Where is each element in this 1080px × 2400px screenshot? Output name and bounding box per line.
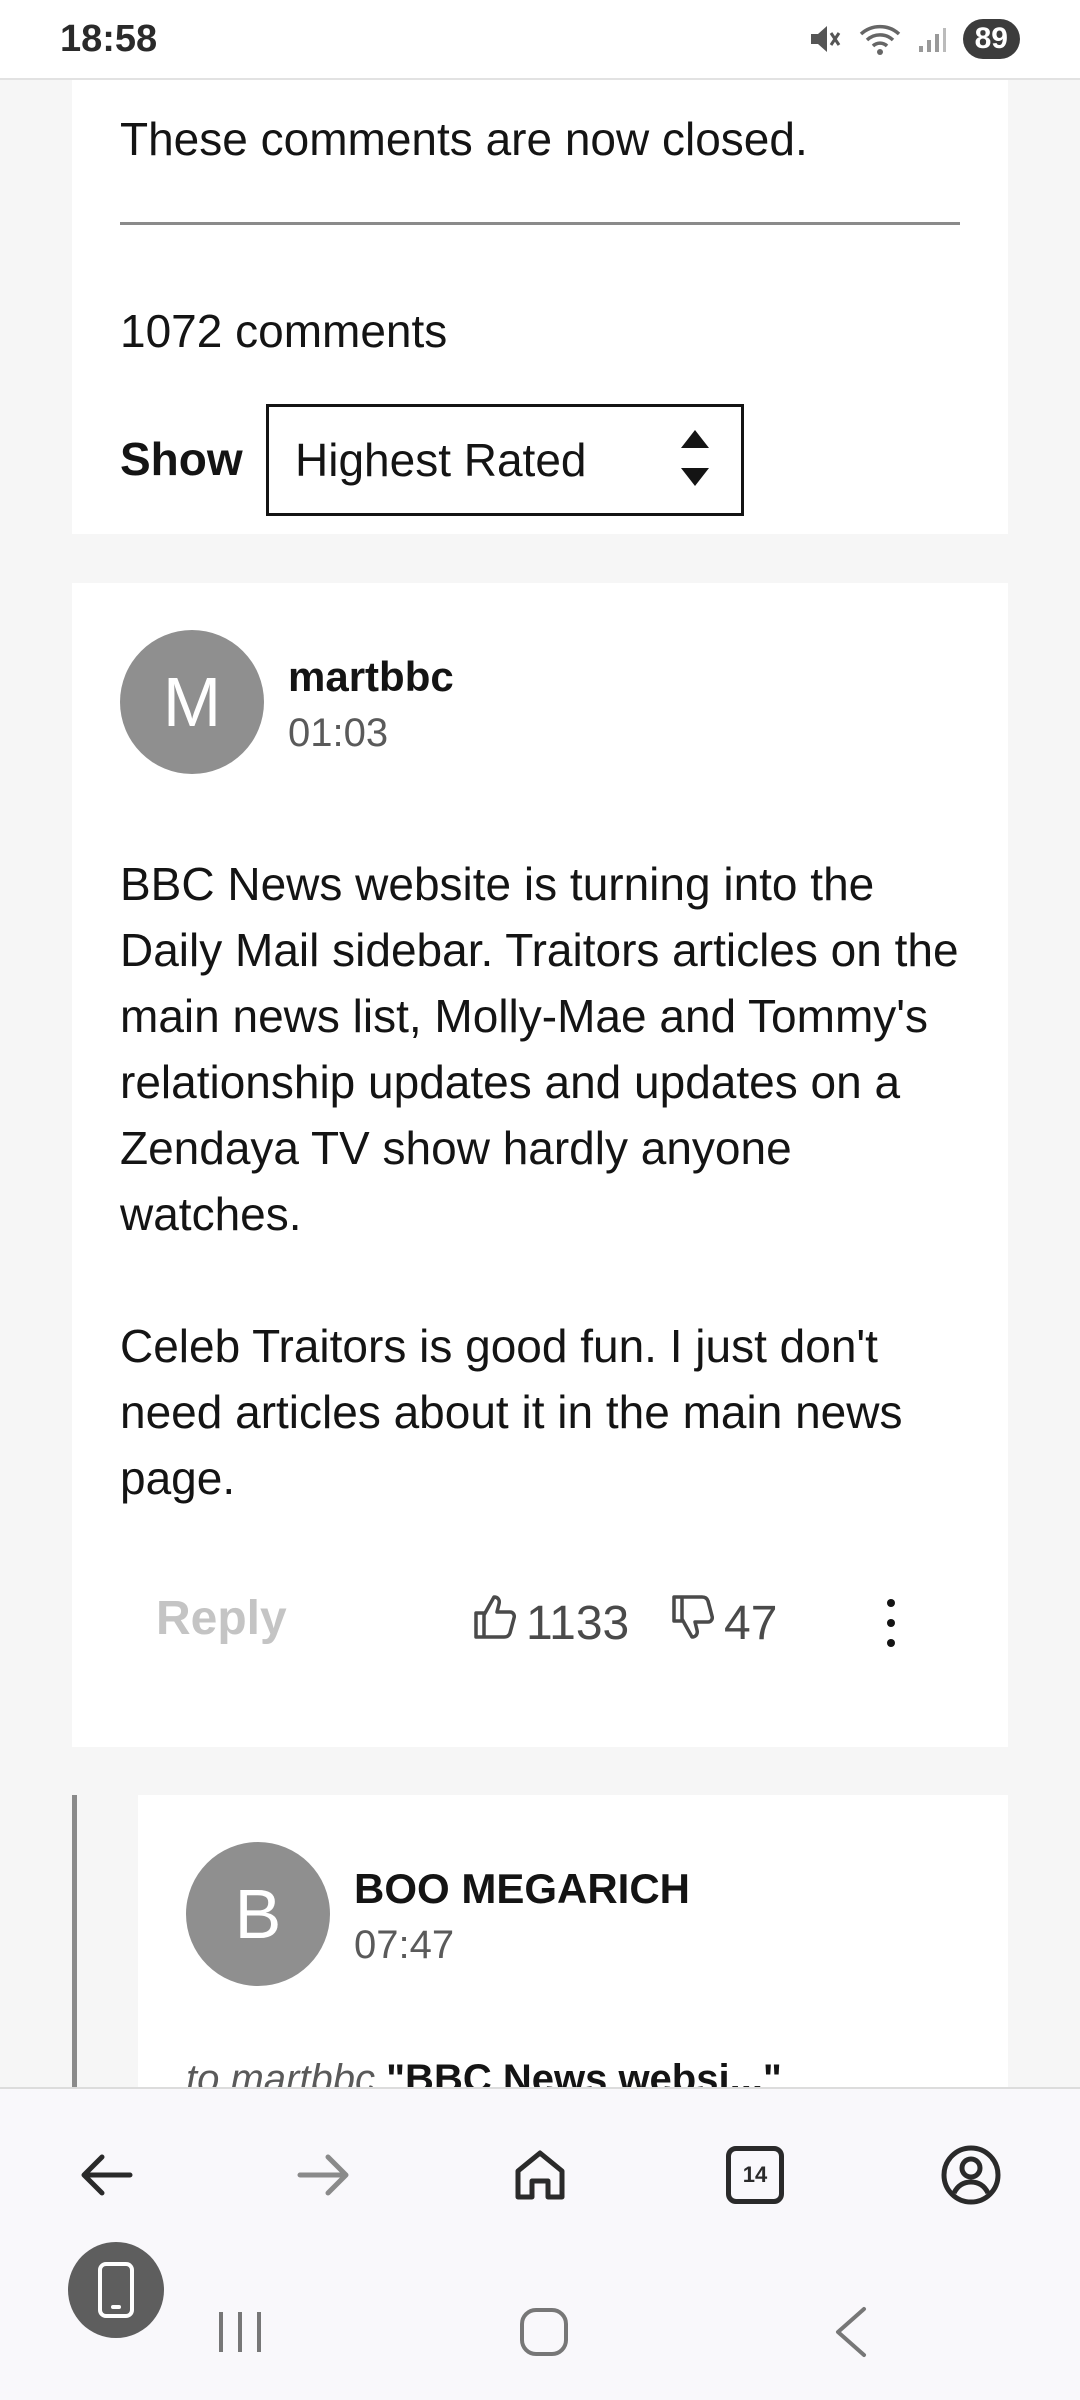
back-arrow-icon[interactable]: [70, 2139, 142, 2211]
reply-to-prefix: to martbbc: [186, 2057, 375, 2087]
status-icons: 89: [807, 19, 1020, 59]
phone-floating-icon[interactable]: [68, 2242, 164, 2338]
recent-apps-icon[interactable]: [210, 2302, 270, 2362]
reply-username: BOO MEGARICH: [354, 1865, 690, 1912]
sort-selected-value: Highest Rated: [295, 434, 587, 486]
reply-card: B BOO MEGARICH 07:47 to martbbc "BBC New…: [138, 1795, 1008, 2087]
reply-quote: "BBC News websi...": [386, 2057, 782, 2087]
status-bar: 18:58 89: [0, 0, 1080, 80]
select-arrows-icon: [679, 426, 711, 495]
system-home-icon[interactable]: [514, 2302, 574, 2362]
avatar: B: [186, 1842, 330, 1986]
reply-thread-line: [72, 1795, 77, 2087]
page-content: These comments are now closed. 1072 comm…: [0, 80, 1080, 2087]
avatar: M: [120, 630, 264, 774]
thumbs-up-icon: [472, 1593, 516, 1653]
upvote-count: 1133: [526, 1596, 630, 1650]
thumbs-down-icon: [670, 1593, 714, 1653]
downvote-count: 47: [724, 1596, 778, 1650]
browser-toolbar: 14: [0, 2087, 1080, 2272]
sort-select[interactable]: Highest Rated: [266, 404, 744, 516]
signal-icon: [917, 24, 947, 54]
battery-indicator: 89: [962, 19, 1020, 59]
comments-header-card: These comments are now closed. 1072 comm…: [72, 80, 1008, 534]
reply-button[interactable]: Reply: [156, 1591, 287, 1646]
mute-icon: [807, 22, 843, 56]
wifi-icon: [859, 22, 901, 56]
reply-time: 07:47: [354, 1923, 455, 1967]
system-back-icon[interactable]: [820, 2302, 880, 2362]
upvote-button[interactable]: 1133: [472, 1583, 629, 1663]
divider: [120, 222, 960, 225]
account-icon[interactable]: [935, 2139, 1007, 2211]
system-nav-bar: [0, 2242, 1080, 2400]
comment-count: 1072 comments: [120, 305, 448, 357]
forward-arrow-icon[interactable]: [288, 2139, 360, 2211]
reply-to-line: to martbbc "BBC News websi...": [186, 2057, 782, 2087]
comment-username: martbbc: [288, 653, 454, 700]
show-label: Show: [120, 433, 243, 485]
comment-body: BBC News website is turning into the Dai…: [120, 851, 980, 1577]
comment-paragraph: Celeb Traitors is good fun. I just don't…: [120, 1320, 903, 1504]
status-time: 18:58: [60, 17, 158, 60]
comments-closed-message: These comments are now closed.: [120, 113, 808, 165]
home-icon[interactable]: [504, 2139, 576, 2211]
downvote-button[interactable]: 47: [670, 1583, 777, 1663]
more-options-icon[interactable]: [876, 1591, 906, 1655]
comment-paragraph: BBC News website is turning into the Dai…: [120, 858, 959, 1240]
tabs-icon[interactable]: 14: [719, 2139, 791, 2211]
comment-time: 01:03: [288, 711, 389, 755]
comment-actions: Reply 1133 47: [120, 1583, 980, 1663]
tab-count: 14: [726, 2146, 784, 2204]
comment-card: M martbbc 01:03 BBC News website is turn…: [72, 583, 1008, 1747]
